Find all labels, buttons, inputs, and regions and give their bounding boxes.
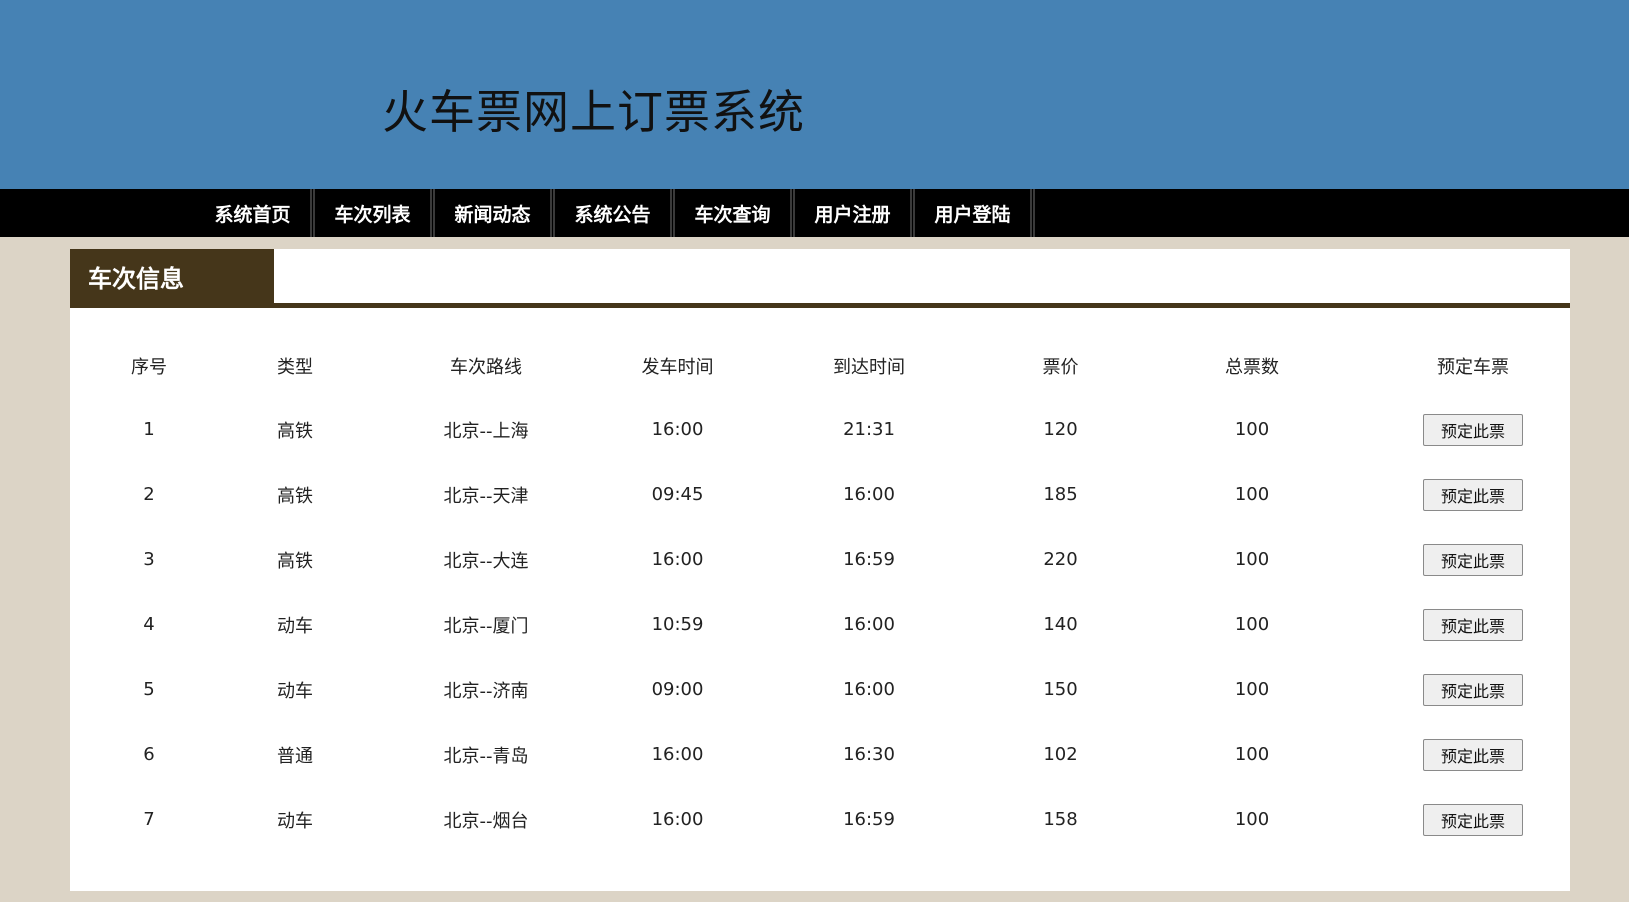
train-type: 高铁 <box>277 550 313 572</box>
train-route: 北京--烟台 <box>443 810 529 832</box>
train-type: 普通 <box>277 745 313 767</box>
row-number: 5 <box>143 679 155 700</box>
column-header: 序号 <box>131 357 167 378</box>
column-header: 总票数 <box>1225 357 1279 378</box>
total-tickets: 100 <box>1234 614 1270 635</box>
column-header: 类型 <box>277 357 313 378</box>
arrive-time: 16:00 <box>843 484 895 505</box>
arrive-time: 16:59 <box>843 809 895 830</box>
train-type: 高铁 <box>277 420 313 442</box>
depart-time: 16:00 <box>651 744 704 765</box>
total-tickets: 100 <box>1234 679 1270 700</box>
table-row: 7 动车 北京--烟台 16:00 16:59 158 100 预定此票 <box>70 787 1570 852</box>
ticket-price: 102 <box>1043 744 1078 765</box>
total-tickets: 100 <box>1234 744 1270 765</box>
table-row: 6 普通 北京--青岛 16:00 16:30 102 100 预定此票 <box>70 722 1570 787</box>
total-tickets: 100 <box>1234 549 1270 570</box>
row-number: 1 <box>143 419 155 440</box>
action-cell: 预定此票 <box>1376 787 1570 852</box>
action-cell: 预定此票 <box>1376 527 1570 592</box>
action-cell: 预定此票 <box>1376 592 1570 657</box>
book-ticket-button[interactable]: 预定此票 <box>1423 543 1523 576</box>
book-ticket-button[interactable]: 预定此票 <box>1423 413 1523 446</box>
table-header-row: 序号 类型 车次路线 发车时间 到达时间 票价 总票数 预定车票 <box>70 335 1570 397</box>
ticket-price: 158 <box>1043 809 1078 830</box>
table-row: 1 高铁 北京--上海 16:00 21:31 120 100 预定此票 <box>70 397 1570 462</box>
book-ticket-button[interactable]: 预定此票 <box>1423 738 1523 771</box>
total-tickets: 100 <box>1234 484 1270 505</box>
nav-item-news[interactable]: 新闻动态 <box>435 189 555 237</box>
nav-list: 系统首页 车次列表 新闻动态 系统公告 车次查询 用户注册 用户登陆 <box>195 189 1035 237</box>
train-route: 北京--大连 <box>443 550 529 572</box>
site-title: 火车票网上订票系统 <box>382 85 805 139</box>
row-number: 7 <box>143 809 155 830</box>
nav-item-home[interactable]: 系统首页 <box>195 189 315 237</box>
nav-item-register[interactable]: 用户注册 <box>795 189 915 237</box>
train-route: 北京--天津 <box>443 485 529 507</box>
table-row: 5 动车 北京--济南 09:00 16:00 150 100 预定此票 <box>70 657 1570 722</box>
row-number: 2 <box>143 484 155 505</box>
nav-item-announcements[interactable]: 系统公告 <box>555 189 675 237</box>
ticket-price: 185 <box>1043 484 1078 505</box>
table-row: 2 高铁 北京--天津 09:45 16:00 185 100 预定此票 <box>70 462 1570 527</box>
site-header: 火车票网上订票系统 <box>0 0 1629 189</box>
main-nav: 系统首页 车次列表 新闻动态 系统公告 车次查询 用户注册 用户登陆 <box>0 189 1629 237</box>
depart-time: 16:00 <box>651 549 704 570</box>
train-type: 高铁 <box>277 485 313 507</box>
table-row: 3 高铁 北京--大连 16:00 16:59 220 100 预定此票 <box>70 527 1570 592</box>
arrive-time: 21:31 <box>843 419 895 440</box>
row-number: 6 <box>143 744 155 765</box>
arrive-time: 16:00 <box>843 614 895 635</box>
book-ticket-button[interactable]: 预定此票 <box>1423 608 1523 641</box>
column-header: 票价 <box>1042 357 1079 378</box>
nav-item-train-list[interactable]: 车次列表 <box>315 189 435 237</box>
action-cell: 预定此票 <box>1376 462 1570 527</box>
train-route: 北京--上海 <box>443 420 529 442</box>
ticket-price: 150 <box>1043 679 1078 700</box>
ticket-price: 120 <box>1043 419 1078 440</box>
action-cell: 预定此票 <box>1376 397 1570 462</box>
arrive-time: 16:59 <box>843 549 895 570</box>
arrive-time: 16:00 <box>843 679 895 700</box>
train-type: 动车 <box>277 615 313 637</box>
book-ticket-button[interactable]: 预定此票 <box>1423 803 1523 836</box>
table-row: 4 动车 北京--厦门 10:59 16:00 140 100 预定此票 <box>70 592 1570 657</box>
train-route: 北京--济南 <box>443 680 529 702</box>
depart-time: 16:00 <box>651 809 704 830</box>
book-ticket-button[interactable]: 预定此票 <box>1423 673 1523 706</box>
train-info-panel: 车次信息 序号 类型 车次路线 发车时间 到达时间 票价 总票数 预定车票 1 高铁 北京--上海… <box>70 249 1570 891</box>
column-header: 预定车票 <box>1437 357 1509 378</box>
nav-item-train-search[interactable]: 车次查询 <box>675 189 795 237</box>
ticket-price: 220 <box>1043 549 1078 570</box>
column-header: 到达时间 <box>833 357 905 378</box>
train-table: 序号 类型 车次路线 发车时间 到达时间 票价 总票数 预定车票 1 高铁 北京--上海 16:00… <box>70 335 1570 852</box>
train-route: 北京--青岛 <box>443 745 529 767</box>
table-body: 1 高铁 北京--上海 16:00 21:31 120 100 预定此票 2 高铁 北京--天津 09… <box>70 397 1570 852</box>
row-number: 4 <box>143 614 155 635</box>
ticket-price: 140 <box>1043 614 1078 635</box>
depart-time: 10:59 <box>651 614 704 635</box>
nav-item-login[interactable]: 用户登陆 <box>915 189 1035 237</box>
depart-time: 16:00 <box>651 419 704 440</box>
book-ticket-button[interactable]: 预定此票 <box>1423 478 1523 511</box>
arrive-time: 16:30 <box>843 744 895 765</box>
depart-time: 09:00 <box>651 679 704 700</box>
total-tickets: 100 <box>1234 419 1270 440</box>
panel-title: 车次信息 <box>70 249 274 303</box>
depart-time: 09:45 <box>651 484 704 505</box>
column-header: 车次路线 <box>450 357 522 378</box>
action-cell: 预定此票 <box>1376 657 1570 722</box>
column-header: 发车时间 <box>641 357 714 378</box>
row-number: 3 <box>143 549 155 570</box>
panel-header: 车次信息 <box>70 249 1570 308</box>
total-tickets: 100 <box>1234 809 1270 830</box>
train-route: 北京--厦门 <box>443 615 529 637</box>
train-type: 动车 <box>277 810 313 832</box>
train-type: 动车 <box>277 680 313 702</box>
action-cell: 预定此票 <box>1376 722 1570 787</box>
